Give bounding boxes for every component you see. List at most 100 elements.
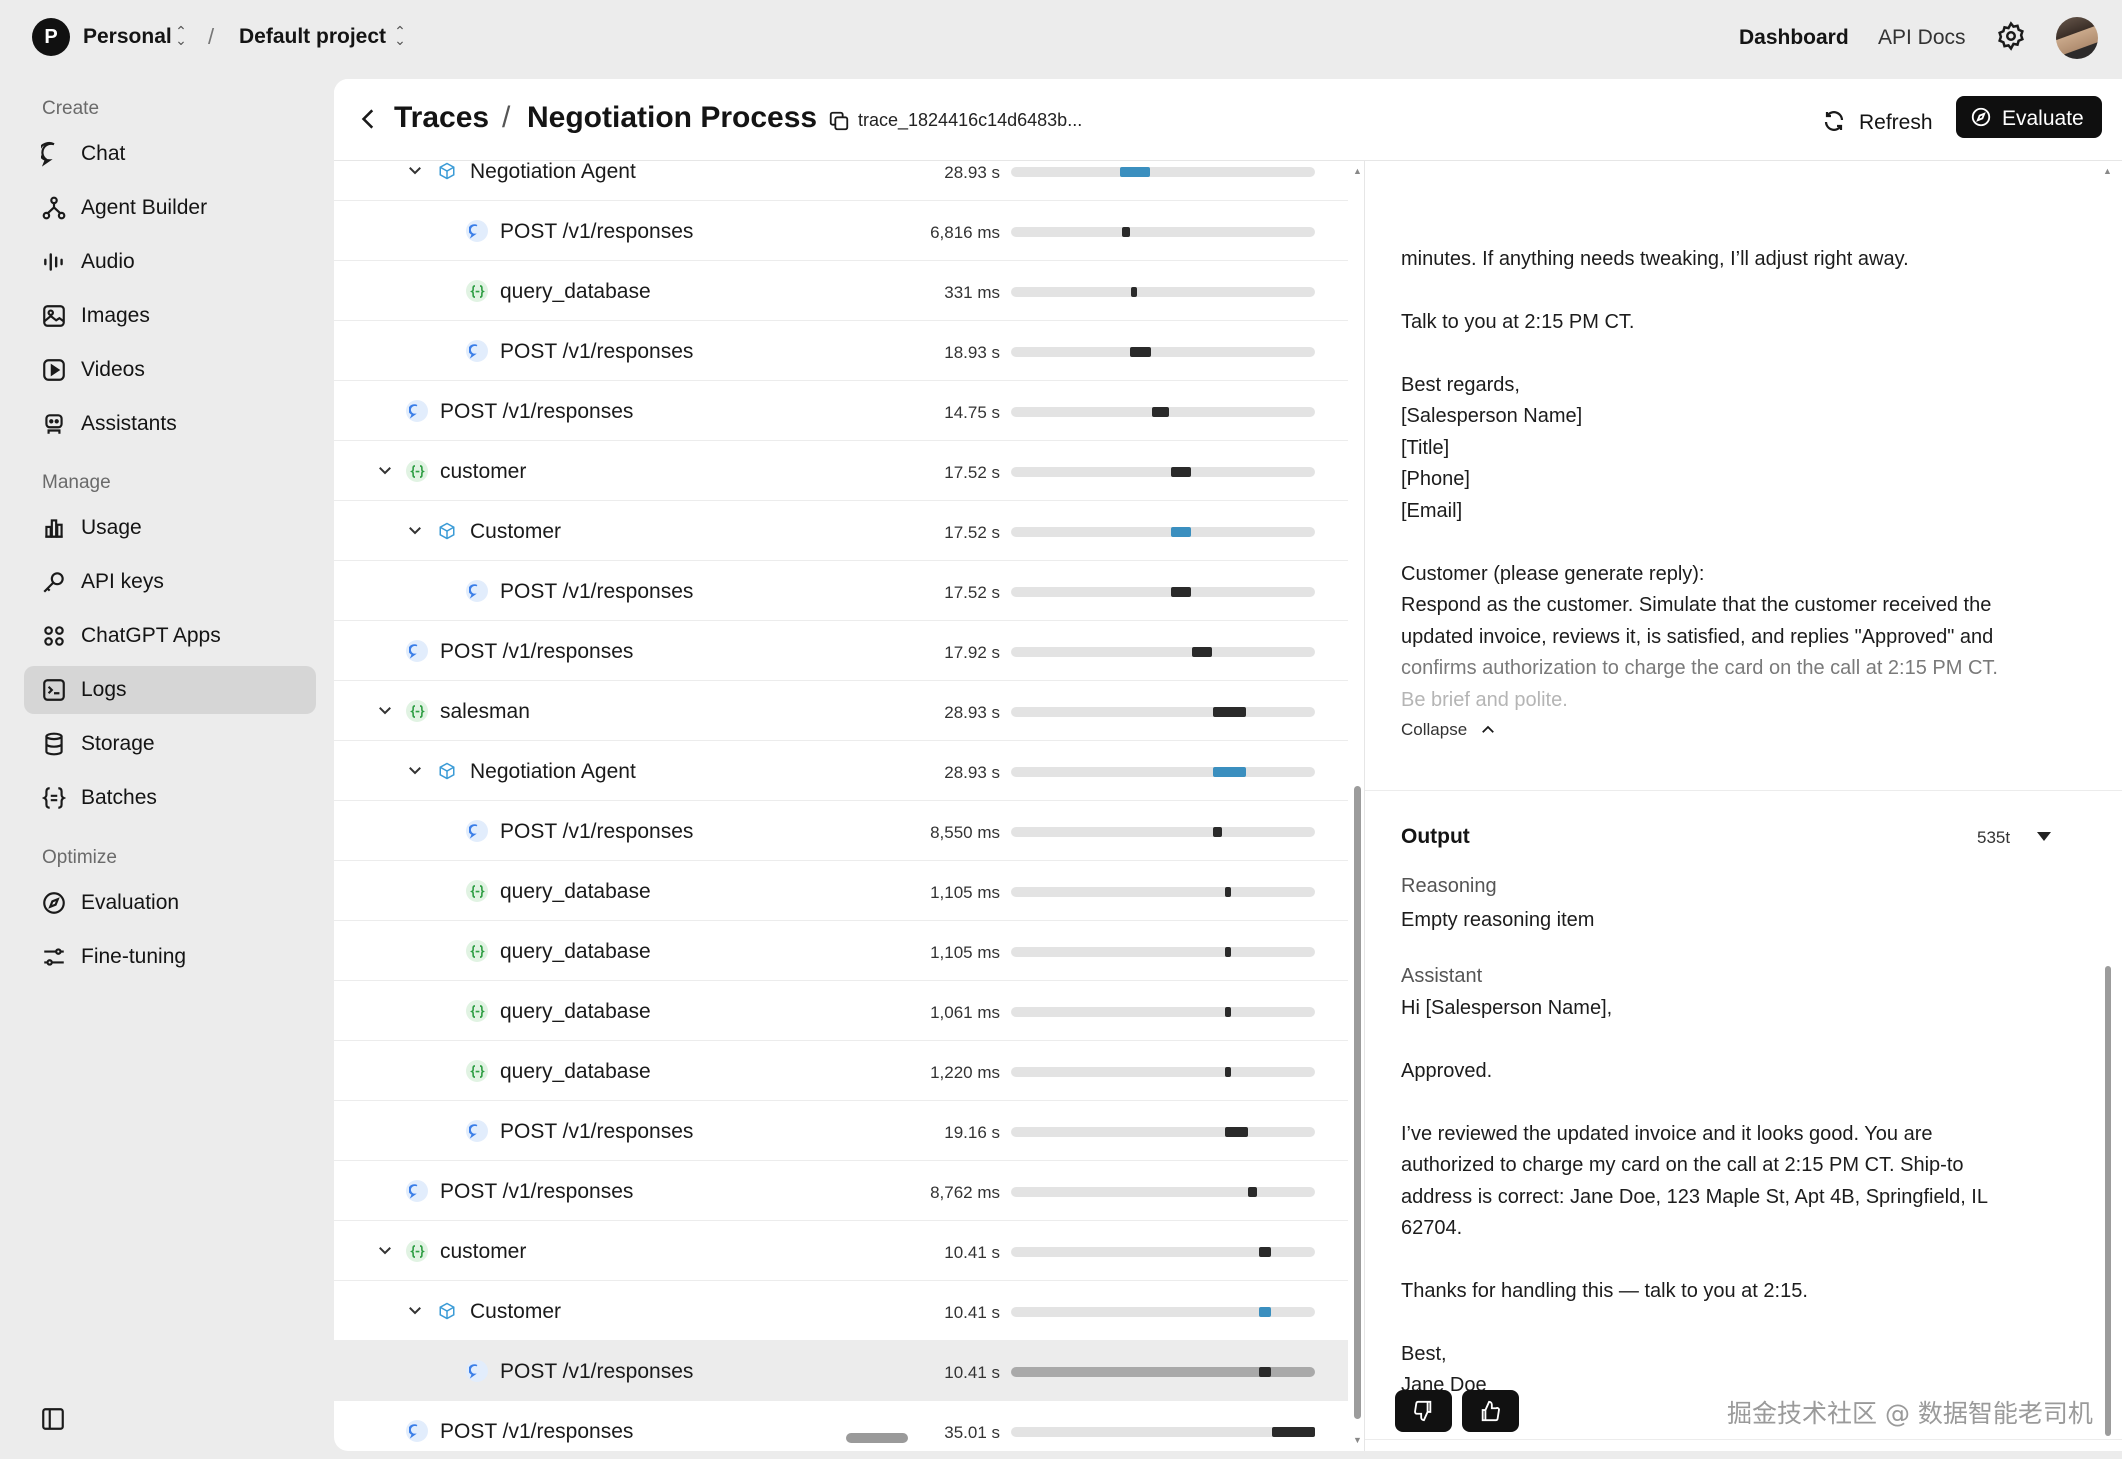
sidebar-item-label: Images: [81, 304, 150, 327]
scroll-up-arrow-icon[interactable]: ▲: [1353, 166, 1362, 176]
sidebar-item-agent-builder[interactable]: Agent Builder: [24, 184, 316, 232]
chevron-down-icon[interactable]: [376, 1241, 394, 1259]
sidebar-item-videos[interactable]: Videos: [24, 346, 316, 394]
timeline-track: [1011, 287, 1315, 297]
sidebar-toggle-icon[interactable]: [40, 1406, 66, 1432]
span-row[interactable]: customer 10.41 s: [334, 1221, 1348, 1281]
sidebar-item-evaluation[interactable]: Evaluation: [24, 879, 316, 927]
span-duration: 10.41 s: [944, 1363, 1000, 1382]
timeline-bar: [1120, 167, 1150, 177]
chevron-up-down-icon[interactable]: ⌃ ⌄: [174, 24, 188, 47]
trace-span-list[interactable]: Negotiation Agent 28.93 s POST /v1/respons…: [334, 161, 1348, 1451]
thumbs-down-button[interactable]: [1395, 1390, 1452, 1432]
breadcrumb-traces-link[interactable]: Traces: [394, 101, 489, 135]
refresh-label: Refresh: [1859, 111, 1933, 134]
assistant-text-line: Hi [Salesperson Name],: [1401, 997, 1613, 1019]
evaluate-button[interactable]: Evaluate: [1956, 96, 2102, 138]
chevron-down-icon[interactable]: [406, 761, 424, 779]
input-text-line: updated invoice, reviews it, is satisfie…: [1401, 626, 1994, 648]
span-row[interactable]: query_database 1,105 ms: [334, 921, 1348, 981]
chevron-up-down-icon[interactable]: ⌃ ⌄: [393, 24, 407, 47]
sidebar-item-logs[interactable]: Logs: [24, 666, 316, 714]
sidebar-item-images[interactable]: Images: [24, 292, 316, 340]
sidebar-item-chatgpt-apps[interactable]: ChatGPT Apps: [24, 612, 316, 660]
span-row[interactable]: query_database 1,105 ms: [334, 861, 1348, 921]
input-text-line: [Salesperson Name]: [1401, 405, 1583, 427]
span-name: POST /v1/responses: [440, 400, 634, 423]
timeline-track: [1011, 767, 1315, 777]
trace-id[interactable]: trace_1824416c14d6483b...: [858, 110, 1082, 131]
scroll-up-arrow-icon[interactable]: ▲: [2103, 166, 2112, 176]
span-row[interactable]: POST /v1/responses 17.92 s: [334, 621, 1348, 681]
span-row[interactable]: Customer 17.52 s: [334, 501, 1348, 561]
sidebar-item-batches[interactable]: Batches: [24, 774, 316, 822]
detail-scrollbar[interactable]: ▲: [2103, 161, 2115, 1451]
user-avatar[interactable]: [2056, 17, 2098, 59]
span-duration: 6,816 ms: [930, 223, 1000, 242]
horizontal-scrollbar-thumb[interactable]: [846, 1433, 908, 1443]
agent-cube-icon: [436, 161, 458, 182]
timeline-track: [1011, 707, 1315, 717]
span-row[interactable]: POST /v1/responses 8,762 ms: [334, 1161, 1348, 1221]
span-list-scrollbar[interactable]: ▲ ▼: [1352, 161, 1364, 1451]
gear-icon[interactable]: [1996, 21, 2026, 51]
function-braces-icon: [406, 700, 428, 722]
scrollbar-thumb[interactable]: [1354, 786, 1361, 1419]
span-row[interactable]: POST /v1/responses 35.01 s: [334, 1401, 1348, 1451]
span-row[interactable]: Negotiation Agent 28.93 s: [334, 741, 1348, 801]
timeline-track: [1011, 1307, 1315, 1317]
nav-dashboard-link[interactable]: Dashboard: [1739, 26, 1849, 50]
refresh-icon: [1824, 111, 1844, 131]
sidebar-item-audio[interactable]: Audio: [24, 238, 316, 286]
sidebar-item-assistants[interactable]: Assistants: [24, 400, 316, 448]
refresh-button[interactable]: Refresh: [1822, 99, 1944, 143]
scrollbar-thumb[interactable]: [2105, 966, 2111, 1436]
sidebar-item-storage[interactable]: Storage: [24, 720, 316, 768]
chevron-down-icon[interactable]: [376, 701, 394, 719]
project-switcher[interactable]: Default project: [239, 25, 386, 49]
span-row[interactable]: query_database 1,220 ms: [334, 1041, 1348, 1101]
span-row[interactable]: Customer 10.41 s: [334, 1281, 1348, 1341]
response-bubble-icon: [466, 1360, 488, 1382]
span-row[interactable]: query_database 331 ms: [334, 261, 1348, 321]
collapse-input-link[interactable]: Collapse: [1401, 720, 1494, 740]
org-switcher[interactable]: Personal: [83, 25, 172, 49]
chevron-down-icon[interactable]: [406, 161, 424, 179]
input-text-line: Be brief and polite.: [1401, 689, 1568, 711]
span-row[interactable]: POST /v1/responses 6,816 ms: [334, 201, 1348, 261]
span-row[interactable]: POST /v1/responses 19.16 s: [334, 1101, 1348, 1161]
sidebar-item-api-keys[interactable]: API keys: [24, 558, 316, 606]
assistant-robot-icon: [45, 414, 63, 434]
sidebar-item-chat[interactable]: Chat: [24, 130, 316, 178]
section-divider: [1365, 790, 2122, 791]
chevron-down-icon[interactable]: [406, 521, 424, 539]
span-row[interactable]: POST /v1/responses 8,550 ms: [334, 801, 1348, 861]
copy-icon[interactable]: [828, 110, 850, 132]
span-row[interactable]: POST /v1/responses 10.41 s: [334, 1341, 1348, 1401]
sidebar-item-usage[interactable]: Usage: [24, 504, 316, 552]
sidebar-item-label: Assistants: [81, 412, 177, 435]
chevron-down-icon[interactable]: [406, 1301, 424, 1319]
timeline-track: [1011, 407, 1315, 417]
span-row[interactable]: customer 17.52 s: [334, 441, 1348, 501]
function-braces-icon: [466, 940, 488, 962]
span-row[interactable]: query_database 1,061 ms: [334, 981, 1348, 1041]
watermark-text: 掘金技术社区 @ 数据智能老司机: [1727, 1399, 2093, 1428]
sidebar-item-fine-tuning[interactable]: Fine-tuning: [24, 933, 316, 981]
nav-api-docs-link[interactable]: API Docs: [1878, 26, 1966, 50]
org-avatar[interactable]: P: [32, 18, 70, 56]
caret-down-icon[interactable]: [2037, 832, 2051, 841]
span-row[interactable]: POST /v1/responses 14.75 s: [334, 381, 1348, 441]
back-chevron-icon[interactable]: [356, 104, 382, 134]
response-bubble-icon: [406, 400, 428, 422]
span-row[interactable]: POST /v1/responses 17.52 s: [334, 561, 1348, 621]
thumbs-up-button[interactable]: [1462, 1390, 1519, 1432]
span-row[interactable]: Negotiation Agent 28.93 s: [334, 161, 1348, 201]
span-row[interactable]: POST /v1/responses 18.93 s: [334, 321, 1348, 381]
chevron-down-icon[interactable]: [376, 461, 394, 479]
braces-icon: [41, 787, 67, 809]
output-token-count: 535t: [1977, 828, 2011, 847]
span-duration: 1,105 ms: [930, 883, 1000, 902]
span-row[interactable]: salesman 28.93 s: [334, 681, 1348, 741]
scroll-down-arrow-icon[interactable]: ▼: [1353, 1435, 1362, 1445]
